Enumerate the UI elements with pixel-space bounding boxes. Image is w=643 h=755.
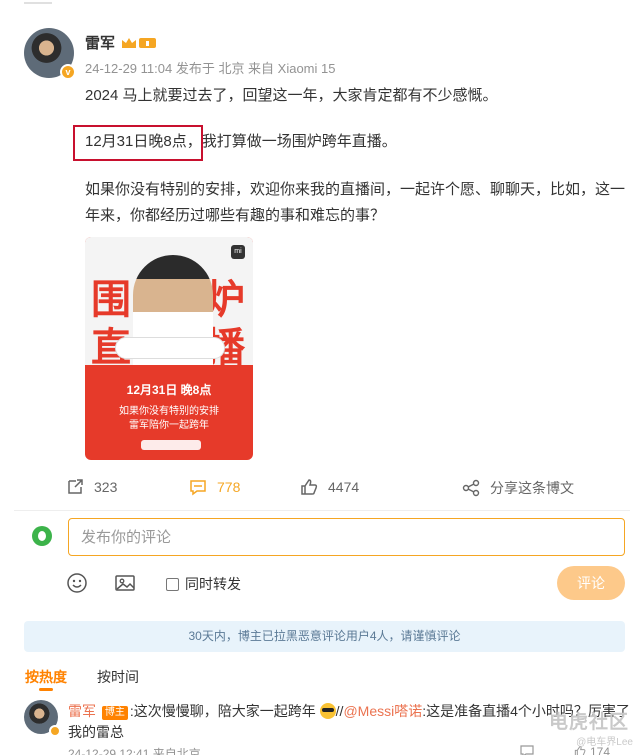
tab-sort-time[interactable]: 按时间 (97, 667, 139, 687)
image-upload-icon[interactable] (114, 572, 136, 594)
poster-line-1: 如果你没有特别的安排 (119, 406, 219, 417)
tab-sort-hot[interactable]: 按热度 (25, 667, 67, 691)
watermark-logo: 电虎社区 (548, 712, 629, 733)
comment-input[interactable] (68, 518, 625, 556)
forward-label: 同时转发 (185, 576, 241, 592)
post-paragraph-2-rest: 我打算做一场围炉跨年直播。 (201, 133, 397, 150)
sunglasses-emoji-icon (319, 703, 336, 719)
like-button[interactable]: 4474 (300, 478, 359, 496)
poster-line-2: 雷军陪你一起跨年 (129, 420, 209, 431)
member-crown-icon[interactable] (120, 36, 158, 50)
repost-button[interactable]: 323 (66, 478, 117, 496)
current-user-avatar-icon (32, 526, 52, 546)
poster-qr-strip (141, 440, 201, 450)
author-name[interactable]: 雷军 (85, 32, 115, 53)
comment-count: 778 (217, 479, 241, 495)
verified-badge-icon: v (60, 64, 76, 80)
share-label: 分享这条博文 (490, 480, 574, 496)
commenter-name[interactable]: 雷军 (68, 703, 96, 719)
repost-icon (68, 479, 83, 494)
comment-icon (190, 480, 206, 496)
section-divider (14, 510, 630, 511)
author-tag: 博主 (101, 706, 128, 720)
comment-button[interactable]: 778 (189, 478, 240, 496)
like-count: 4474 (328, 479, 360, 495)
comment-part-1: :这次慢慢聊，陪大家一起跨年 (129, 703, 316, 719)
emoji-icon[interactable] (66, 572, 88, 594)
comment-meta: 24-12-29 12:41 来自北京 (68, 747, 201, 755)
watermark-handle: @电车界Lee (576, 737, 633, 748)
top-divider (0, 0, 643, 6)
commenter-avatar[interactable] (24, 700, 61, 737)
poster-date: 12月31日 晚8点 (126, 383, 212, 397)
repost-count: 323 (94, 479, 118, 495)
forward-option[interactable]: 同时转发 (166, 574, 241, 594)
post-image[interactable]: mi 围 炉 直 播 12月31日 晚8点 如果你没有特别的安排 雷军陪你一起跨… (85, 237, 253, 460)
post-paragraph-3: 如果你没有特别的安排，欢迎你来我的直播间，一起许个愿、聊聊天，比如，这一年来，你… (85, 181, 626, 224)
comment-reply-icon[interactable] (520, 745, 534, 755)
forward-checkbox[interactable] (166, 577, 179, 591)
poster-arms (115, 337, 225, 359)
share-button[interactable]: 分享这条博文 (462, 478, 574, 498)
author-avatar[interactable]: v (24, 28, 78, 82)
comment-notice: 30天内，博主已拉黑恶意评论用户4人，请谨慎评论 (24, 621, 625, 652)
post-paragraph-1: 2024 马上就要过去了，回望这一年，大家肯定都有不少感慨。 (85, 87, 498, 104)
thumbs-up-icon (301, 479, 318, 495)
post-actions: 323 778 4474 分享这条博文 (0, 478, 643, 500)
commenter-verified-icon (49, 725, 61, 737)
highlight-box (73, 125, 203, 161)
share-icon (462, 479, 480, 497)
top-stub (24, 0, 52, 4)
mention-link[interactable]: @Messi嗒诺 (343, 703, 422, 719)
submit-comment-button[interactable]: 评论 (557, 566, 625, 600)
mi-logo-icon: mi (231, 245, 245, 259)
post-meta: 24-12-29 11:04 发布于 北京 来自 Xiaomi 15 (85, 61, 336, 76)
avatar-overlay: v (24, 28, 76, 80)
